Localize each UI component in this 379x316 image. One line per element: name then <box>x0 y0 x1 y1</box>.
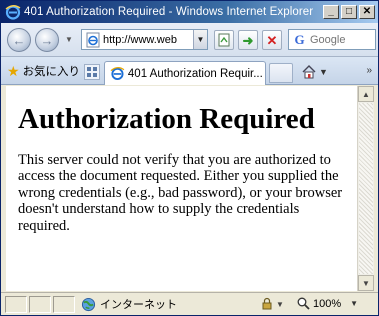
compatibility-page-icon <box>218 33 230 47</box>
new-tab-button[interactable] <box>269 63 293 83</box>
security-zone[interactable]: インターネット <box>81 296 177 312</box>
home-icon <box>302 65 316 79</box>
scroll-track[interactable] <box>359 103 373 274</box>
navigation-bar: ← → ▼ ▼ ➜ ✕ G <box>1 23 378 57</box>
security-zone-label: インターネット <box>100 299 177 311</box>
favorites-label: お気に入り <box>22 66 81 78</box>
ie-logo-icon <box>5 5 21 20</box>
forward-arrow-icon: → <box>40 32 54 48</box>
window-title: 401 Authorization Required - Windows Int… <box>24 6 314 18</box>
go-arrow-icon: ➜ <box>242 32 254 48</box>
favorites-button[interactable]: ★ お気に入り <box>7 63 80 79</box>
back-arrow-icon: ← <box>12 32 26 48</box>
title-bar[interactable]: 401 Authorization Required - Windows Int… <box>1 1 378 23</box>
home-dropdown-icon[interactable]: ▼ <box>319 67 328 77</box>
search-box[interactable]: G <box>288 29 376 50</box>
address-dropdown-button[interactable]: ▼ <box>193 30 207 49</box>
status-panel <box>5 296 27 313</box>
status-bar: インターネット ▼ 100% ▼ <box>1 292 378 315</box>
status-panel <box>29 296 51 313</box>
go-button[interactable]: ➜ <box>238 30 258 50</box>
page-body-text: This server could not verify that you ar… <box>18 152 343 234</box>
protected-mode-button[interactable]: ▼ <box>260 297 284 311</box>
maximize-button[interactable]: □ <box>341 5 357 19</box>
zoom-level: 100% <box>313 297 342 310</box>
back-button[interactable]: ← <box>7 28 31 52</box>
lock-dropdown-icon[interactable]: ▼ <box>276 300 284 309</box>
zoom-control[interactable]: 100% ▼ <box>297 297 358 310</box>
page-ie-icon <box>86 32 100 47</box>
stop-x-icon: ✕ <box>266 32 278 48</box>
tab-current[interactable]: 401 Authorization Requir... <box>104 61 266 85</box>
page-content: Authorization Required This server could… <box>6 86 357 291</box>
stop-button[interactable]: ✕ <box>262 30 282 50</box>
forward-button[interactable]: → <box>35 28 59 52</box>
recent-pages-dropdown-icon[interactable]: ▼ <box>65 35 73 44</box>
address-input[interactable] <box>103 33 193 46</box>
tab-bar: ★ お気に入り 401 Authorization Requir... ▼ » <box>1 57 378 85</box>
tab-label: 401 Authorization Requir... <box>127 67 263 80</box>
minimize-button[interactable]: _ <box>323 5 339 19</box>
quick-tabs-icon <box>87 67 91 71</box>
window-controls: _ □ ✕ <box>323 5 375 19</box>
favorites-star-icon: ★ <box>7 63 20 79</box>
page-heading: Authorization Required <box>18 103 315 135</box>
browser-window: 401 Authorization Required - Windows Int… <box>0 0 379 316</box>
zoom-dropdown-icon[interactable]: ▼ <box>350 299 358 308</box>
home-button[interactable]: ▼ <box>301 63 328 81</box>
quick-tabs-button[interactable] <box>84 64 100 80</box>
compatibility-view-button[interactable] <box>214 30 234 50</box>
zoom-magnifier-icon <box>297 297 310 310</box>
scroll-up-button[interactable]: ▲ <box>358 86 374 102</box>
close-button[interactable]: ✕ <box>359 5 375 19</box>
search-input[interactable] <box>310 33 374 46</box>
google-icon: G <box>294 31 305 47</box>
internet-globe-icon <box>81 297 96 311</box>
vertical-scrollbar[interactable]: ▲ ▼ <box>357 86 374 291</box>
more-tools-chevron-icon[interactable]: » <box>366 65 372 76</box>
status-panel <box>53 296 75 313</box>
address-bar[interactable]: ▼ <box>81 29 208 50</box>
tab-ie-icon <box>110 67 125 81</box>
lock-icon <box>262 297 272 310</box>
scroll-down-button[interactable]: ▼ <box>358 275 374 291</box>
